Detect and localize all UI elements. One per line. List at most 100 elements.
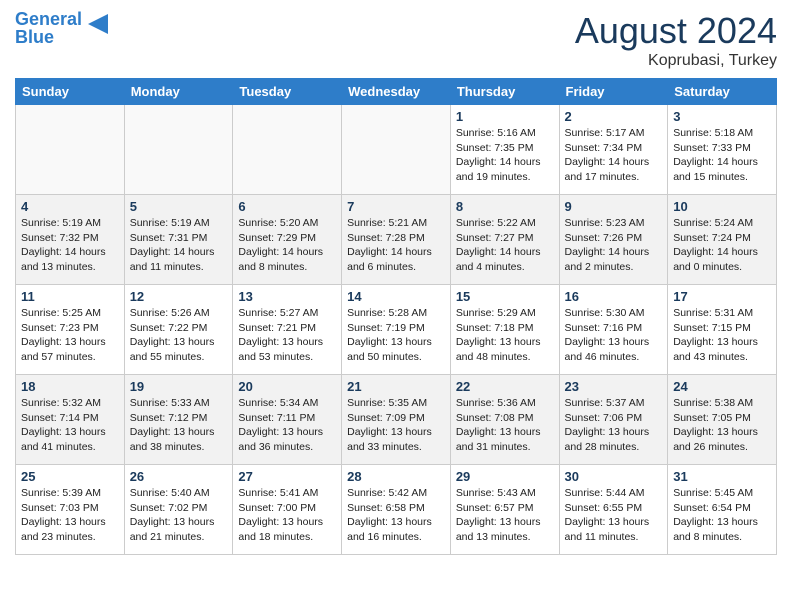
cell-line: Sunrise: 5:26 AM — [130, 306, 228, 321]
cell-content: Sunrise: 5:16 AMSunset: 7:35 PMDaylight:… — [456, 126, 554, 185]
cell-line: and 18 minutes. — [238, 530, 336, 545]
cell-line: Daylight: 14 hours — [130, 245, 228, 260]
weekday-header-monday: Monday — [124, 79, 233, 105]
cell-content: Sunrise: 5:27 AMSunset: 7:21 PMDaylight:… — [238, 306, 336, 365]
day-number: 23 — [565, 379, 663, 394]
cell-line: Sunrise: 5:24 AM — [673, 216, 771, 231]
calendar-cell: 10Sunrise: 5:24 AMSunset: 7:24 PMDayligh… — [668, 195, 777, 285]
cell-line: Daylight: 13 hours — [130, 425, 228, 440]
cell-line: and 2 minutes. — [565, 260, 663, 275]
cell-line: Daylight: 13 hours — [673, 425, 771, 440]
calendar-title: August 2024 — [575, 10, 777, 52]
calendar-cell: 31Sunrise: 5:45 AMSunset: 6:54 PMDayligh… — [668, 465, 777, 555]
cell-line: Sunset: 7:12 PM — [130, 411, 228, 426]
cell-content: Sunrise: 5:42 AMSunset: 6:58 PMDaylight:… — [347, 486, 445, 545]
week-row-1: 1Sunrise: 5:16 AMSunset: 7:35 PMDaylight… — [16, 105, 777, 195]
calendar-cell: 21Sunrise: 5:35 AMSunset: 7:09 PMDayligh… — [342, 375, 451, 465]
cell-line: Sunrise: 5:23 AM — [565, 216, 663, 231]
cell-line: Daylight: 14 hours — [347, 245, 445, 260]
cell-line: Sunset: 7:34 PM — [565, 141, 663, 156]
cell-line: Sunrise: 5:18 AM — [673, 126, 771, 141]
weekday-header-wednesday: Wednesday — [342, 79, 451, 105]
calendar-cell: 3Sunrise: 5:18 AMSunset: 7:33 PMDaylight… — [668, 105, 777, 195]
cell-line: and 0 minutes. — [673, 260, 771, 275]
calendar-cell: 11Sunrise: 5:25 AMSunset: 7:23 PMDayligh… — [16, 285, 125, 375]
cell-line: Sunset: 7:02 PM — [130, 501, 228, 516]
day-number: 9 — [565, 199, 663, 214]
week-row-4: 18Sunrise: 5:32 AMSunset: 7:14 PMDayligh… — [16, 375, 777, 465]
cell-line: Sunset: 7:05 PM — [673, 411, 771, 426]
weekday-header-row: SundayMondayTuesdayWednesdayThursdayFrid… — [16, 79, 777, 105]
logo-text: GeneralBlue — [15, 10, 82, 46]
cell-line: and 43 minutes. — [673, 350, 771, 365]
cell-line: Sunrise: 5:27 AM — [238, 306, 336, 321]
day-number: 30 — [565, 469, 663, 484]
cell-line: Sunrise: 5:31 AM — [673, 306, 771, 321]
day-number: 27 — [238, 469, 336, 484]
cell-line: and 28 minutes. — [565, 440, 663, 455]
cell-content: Sunrise: 5:34 AMSunset: 7:11 PMDaylight:… — [238, 396, 336, 455]
cell-content: Sunrise: 5:23 AMSunset: 7:26 PMDaylight:… — [565, 216, 663, 275]
cell-line: Daylight: 13 hours — [565, 425, 663, 440]
cell-line: Sunset: 7:27 PM — [456, 231, 554, 246]
day-number: 7 — [347, 199, 445, 214]
cell-line: Sunrise: 5:39 AM — [21, 486, 119, 501]
calendar-cell — [16, 105, 125, 195]
cell-line: Sunrise: 5:37 AM — [565, 396, 663, 411]
cell-line: and 16 minutes. — [347, 530, 445, 545]
cell-line: Sunrise: 5:34 AM — [238, 396, 336, 411]
cell-line: Daylight: 13 hours — [673, 515, 771, 530]
day-number: 17 — [673, 289, 771, 304]
day-number: 24 — [673, 379, 771, 394]
day-number: 21 — [347, 379, 445, 394]
day-number: 16 — [565, 289, 663, 304]
cell-line: Daylight: 14 hours — [456, 245, 554, 260]
cell-line: Sunset: 7:15 PM — [673, 321, 771, 336]
cell-line: and 46 minutes. — [565, 350, 663, 365]
cell-line: and 13 minutes. — [456, 530, 554, 545]
cell-line: and 53 minutes. — [238, 350, 336, 365]
cell-content: Sunrise: 5:26 AMSunset: 7:22 PMDaylight:… — [130, 306, 228, 365]
cell-line: and 50 minutes. — [347, 350, 445, 365]
cell-line: and 8 minutes. — [238, 260, 336, 275]
calendar-cell: 4Sunrise: 5:19 AMSunset: 7:32 PMDaylight… — [16, 195, 125, 285]
cell-content: Sunrise: 5:32 AMSunset: 7:14 PMDaylight:… — [21, 396, 119, 455]
calendar-cell: 26Sunrise: 5:40 AMSunset: 7:02 PMDayligh… — [124, 465, 233, 555]
cell-line: Sunset: 7:29 PM — [238, 231, 336, 246]
cell-content: Sunrise: 5:37 AMSunset: 7:06 PMDaylight:… — [565, 396, 663, 455]
cell-line: Sunset: 6:57 PM — [456, 501, 554, 516]
cell-line: Sunset: 7:28 PM — [347, 231, 445, 246]
cell-line: Sunset: 6:58 PM — [347, 501, 445, 516]
weekday-header-sunday: Sunday — [16, 79, 125, 105]
cell-line: Daylight: 14 hours — [673, 245, 771, 260]
day-number: 15 — [456, 289, 554, 304]
calendar-cell: 5Sunrise: 5:19 AMSunset: 7:31 PMDaylight… — [124, 195, 233, 285]
cell-line: Daylight: 13 hours — [238, 425, 336, 440]
cell-line: Daylight: 13 hours — [238, 335, 336, 350]
cell-line: and 57 minutes. — [21, 350, 119, 365]
calendar-cell: 9 Sunrise: 5:23 AMSunset: 7:26 PMDaylight… — [559, 195, 668, 285]
cell-line: and 11 minutes. — [130, 260, 228, 275]
calendar-cell: 22Sunrise: 5:36 AMSunset: 7:08 PMDayligh… — [450, 375, 559, 465]
cell-line: Sunset: 7:14 PM — [21, 411, 119, 426]
cell-line: Sunset: 7:19 PM — [347, 321, 445, 336]
cell-line: Sunset: 7:26 PM — [565, 231, 663, 246]
cell-line: Sunrise: 5:35 AM — [347, 396, 445, 411]
calendar-cell: 19Sunrise: 5:33 AMSunset: 7:12 PMDayligh… — [124, 375, 233, 465]
cell-line: Sunrise: 5:40 AM — [130, 486, 228, 501]
day-number: 14 — [347, 289, 445, 304]
calendar-cell: 2Sunrise: 5:17 AMSunset: 7:34 PMDaylight… — [559, 105, 668, 195]
day-number: 22 — [456, 379, 554, 394]
cell-content: Sunrise: 5:22 AMSunset: 7:27 PMDaylight:… — [456, 216, 554, 275]
cell-line: and 26 minutes. — [673, 440, 771, 455]
cell-line: Sunrise: 5:25 AM — [21, 306, 119, 321]
calendar-cell: 14Sunrise: 5:28 AMSunset: 7:19 PMDayligh… — [342, 285, 451, 375]
cell-content: Sunrise: 5:40 AMSunset: 7:02 PMDaylight:… — [130, 486, 228, 545]
cell-line: Daylight: 13 hours — [238, 515, 336, 530]
calendar-table: SundayMondayTuesdayWednesdayThursdayFrid… — [15, 78, 777, 555]
day-number: 19 — [130, 379, 228, 394]
cell-content: Sunrise: 5:20 AMSunset: 7:29 PMDaylight:… — [238, 216, 336, 275]
cell-content: Sunrise: 5:21 AMSunset: 7:28 PMDaylight:… — [347, 216, 445, 275]
cell-line: Daylight: 14 hours — [673, 155, 771, 170]
cell-line: Sunset: 7:21 PM — [238, 321, 336, 336]
